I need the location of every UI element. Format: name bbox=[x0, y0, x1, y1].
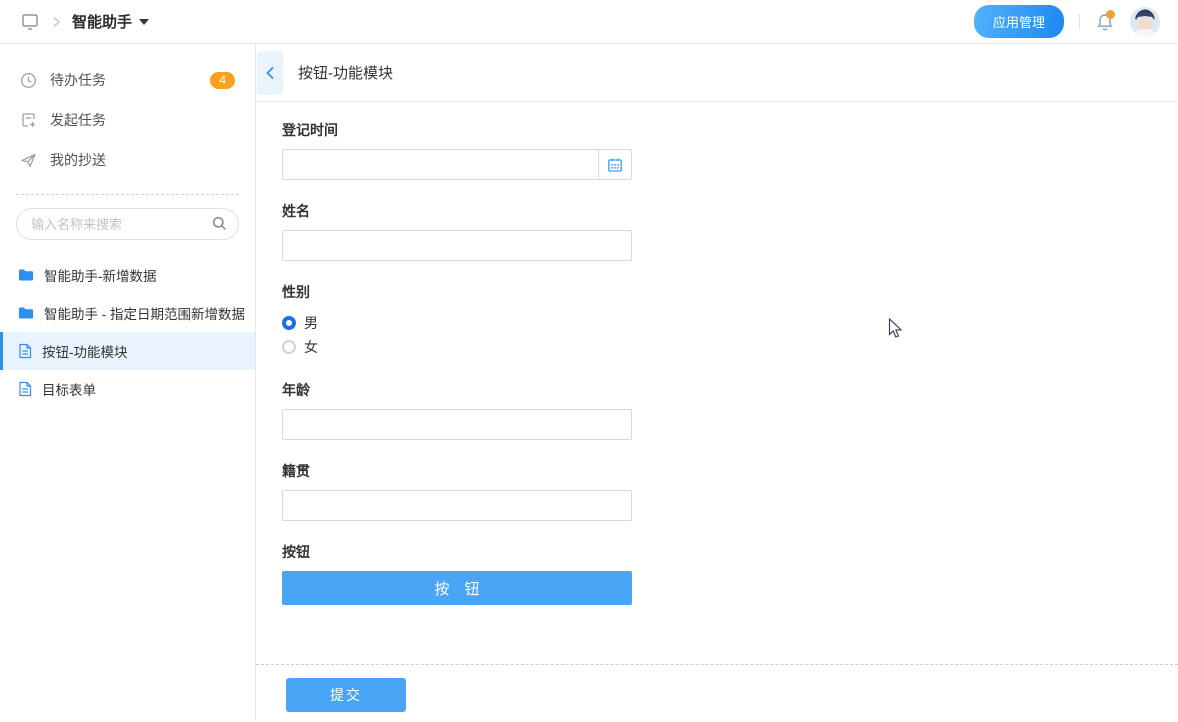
create-task-icon bbox=[20, 112, 37, 129]
app-manage-button[interactable]: 应用管理 bbox=[974, 5, 1064, 38]
sidebar-item-my-cc[interactable]: 我的抄送 bbox=[0, 140, 255, 180]
native-place-input[interactable] bbox=[282, 490, 632, 521]
sidebar-divider bbox=[16, 194, 239, 195]
field-label: 姓名 bbox=[282, 201, 632, 221]
radio-label: 男 bbox=[304, 313, 318, 333]
caret-down-icon bbox=[139, 19, 149, 25]
radio-option-female[interactable]: 女 bbox=[282, 335, 632, 359]
sidebar-item-label: 发起任务 bbox=[50, 110, 106, 130]
radio-selected-icon bbox=[282, 316, 296, 330]
sidebar-item-label: 待办任务 bbox=[50, 70, 106, 90]
field-label: 按钮 bbox=[282, 542, 632, 562]
radio-label: 女 bbox=[304, 337, 318, 357]
field-label: 年龄 bbox=[282, 380, 632, 400]
field-name: 姓名 bbox=[282, 201, 632, 261]
radio-option-male[interactable]: 男 bbox=[282, 311, 632, 335]
register-time-input[interactable] bbox=[282, 149, 599, 180]
topbar-divider bbox=[1079, 14, 1080, 30]
tree-item-label: 目标表单 bbox=[42, 379, 96, 399]
field-label: 登记时间 bbox=[282, 120, 632, 140]
name-input[interactable] bbox=[282, 230, 632, 261]
sidebar-item-button-module[interactable]: 按钮-功能模块 bbox=[0, 332, 255, 370]
chevron-left-icon bbox=[265, 66, 275, 80]
bell-icon[interactable] bbox=[1095, 12, 1115, 32]
sidebar-item-folder-new-data[interactable]: 智能助手-新增数据 bbox=[0, 256, 255, 294]
monitor-icon[interactable] bbox=[20, 12, 40, 32]
send-icon bbox=[20, 152, 37, 169]
sidebar-item-label: 我的抄送 bbox=[50, 150, 106, 170]
clock-icon bbox=[20, 72, 37, 89]
tree-item-label: 智能助手 - 指定日期范围新增数据 bbox=[44, 303, 245, 323]
folder-icon bbox=[18, 268, 34, 282]
back-button[interactable] bbox=[257, 51, 283, 95]
field-label: 性别 bbox=[282, 282, 632, 302]
field-age: 年龄 bbox=[282, 380, 632, 440]
field-gender: 性别 男 女 bbox=[282, 282, 632, 359]
top-bar: 智能助手 应用管理 bbox=[0, 0, 1178, 44]
chevron-right-icon bbox=[51, 16, 61, 28]
submit-button[interactable]: 提交 bbox=[286, 678, 406, 712]
field-label: 籍贯 bbox=[282, 461, 632, 481]
calendar-icon[interactable] bbox=[598, 149, 632, 180]
folder-icon bbox=[18, 306, 34, 320]
document-icon bbox=[18, 381, 32, 397]
age-input[interactable] bbox=[282, 409, 632, 440]
sidebar-item-target-form[interactable]: 目标表单 bbox=[0, 370, 255, 408]
sidebar: 待办任务 4 发起任务 我的抄送 bbox=[0, 44, 256, 721]
tree-item-label: 智能助手-新增数据 bbox=[44, 265, 157, 285]
todo-count-badge: 4 bbox=[210, 72, 235, 89]
form-footer: 提交 bbox=[256, 664, 1178, 721]
page-title: 按钮-功能模块 bbox=[298, 62, 393, 83]
sidebar-item-todo-tasks[interactable]: 待办任务 4 bbox=[0, 60, 255, 100]
field-register-time: 登记时间 bbox=[282, 120, 632, 180]
avatar[interactable] bbox=[1130, 7, 1160, 37]
breadcrumb-app-name: 智能助手 bbox=[72, 11, 132, 32]
field-native-place: 籍贯 bbox=[282, 461, 632, 521]
sidebar-item-create-task[interactable]: 发起任务 bbox=[0, 100, 255, 140]
notification-dot bbox=[1106, 10, 1115, 19]
sidebar-item-folder-date-range[interactable]: 智能助手 - 指定日期范围新增数据 bbox=[0, 294, 255, 332]
form-action-button[interactable]: 按 钮 bbox=[282, 571, 632, 605]
app-switcher[interactable]: 智能助手 bbox=[72, 11, 149, 32]
tree-item-label: 按钮-功能模块 bbox=[42, 341, 128, 361]
search-input[interactable] bbox=[16, 208, 239, 240]
main-panel: 按钮-功能模块 登记时间 bbox=[256, 44, 1178, 721]
form-body: 登记时间 姓 bbox=[256, 102, 1178, 664]
form-header: 按钮-功能模块 bbox=[256, 44, 1178, 102]
document-icon bbox=[18, 343, 32, 359]
field-button: 按钮 按 钮 bbox=[282, 542, 632, 605]
radio-unselected-icon bbox=[282, 340, 296, 354]
search-icon[interactable] bbox=[212, 216, 227, 231]
